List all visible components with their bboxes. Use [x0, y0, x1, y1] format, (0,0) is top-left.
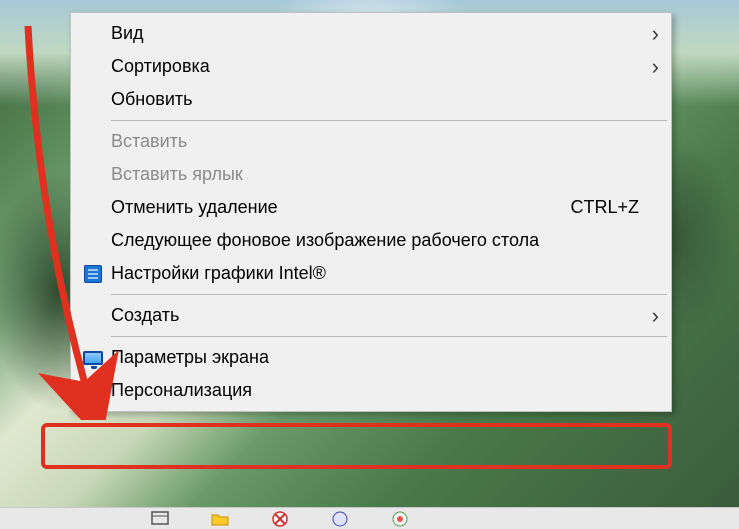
menu-item-next-wallpaper[interactable]: Следующее фоновое изображение рабочего с…: [73, 224, 669, 257]
chevron-right-icon: ›: [645, 305, 659, 327]
blank-icon: [79, 163, 107, 187]
menu-label: Вставить: [107, 131, 659, 152]
blank-icon: [79, 229, 107, 253]
taskbar-folder-icon[interactable]: [210, 510, 230, 528]
menu-label: Персонализация: [107, 380, 659, 401]
menu-label: Создать: [107, 305, 659, 326]
menu-label: Параметры экрана: [107, 347, 659, 368]
menu-item-undo-delete[interactable]: Отменить удаление CTRL+Z: [73, 191, 669, 224]
taskbar-app-icon[interactable]: [270, 510, 290, 528]
desktop-context-menu: Вид › Сортировка › Обновить Вставить Вст…: [70, 12, 672, 412]
taskbar[interactable]: [0, 507, 739, 529]
menu-item-sort[interactable]: Сортировка ›: [73, 50, 669, 83]
blank-icon: [79, 304, 107, 328]
intel-icon: [79, 262, 107, 286]
menu-label: Вид: [107, 23, 659, 44]
menu-label: Следующее фоновое изображение рабочего с…: [107, 230, 659, 251]
menu-item-refresh[interactable]: Обновить: [73, 83, 669, 116]
menu-label: Обновить: [107, 89, 659, 110]
blank-icon: [79, 88, 107, 112]
personalize-icon: [79, 379, 107, 403]
chevron-right-icon: ›: [645, 23, 659, 45]
blank-icon: [79, 55, 107, 79]
taskbar-icon[interactable]: [150, 510, 170, 528]
menu-label: Вставить ярлык: [107, 164, 659, 185]
chevron-right-icon: ›: [645, 56, 659, 78]
blank-icon: [79, 130, 107, 154]
menu-item-intel-graphics[interactable]: Настройки графики Intel®: [73, 257, 669, 290]
menu-item-new[interactable]: Создать ›: [73, 299, 669, 332]
menu-item-paste-shortcut: Вставить ярлык: [73, 158, 669, 191]
blank-icon: [79, 22, 107, 46]
menu-item-display-settings[interactable]: Параметры экрана: [73, 341, 669, 374]
monitor-icon: [79, 346, 107, 370]
menu-separator: [111, 120, 667, 121]
menu-separator: [111, 294, 667, 295]
menu-label: Настройки графики Intel®: [107, 263, 659, 284]
menu-item-paste: Вставить: [73, 125, 669, 158]
menu-item-personalization[interactable]: Персонализация: [73, 374, 669, 407]
taskbar-app-icon[interactable]: [390, 510, 410, 528]
blank-icon: [79, 196, 107, 220]
menu-shortcut: CTRL+Z: [570, 197, 659, 218]
menu-separator: [111, 336, 667, 337]
menu-item-view[interactable]: Вид ›: [73, 17, 669, 50]
menu-label: Сортировка: [107, 56, 659, 77]
menu-label: Отменить удаление: [107, 197, 570, 218]
taskbar-app-icon[interactable]: [330, 510, 350, 528]
